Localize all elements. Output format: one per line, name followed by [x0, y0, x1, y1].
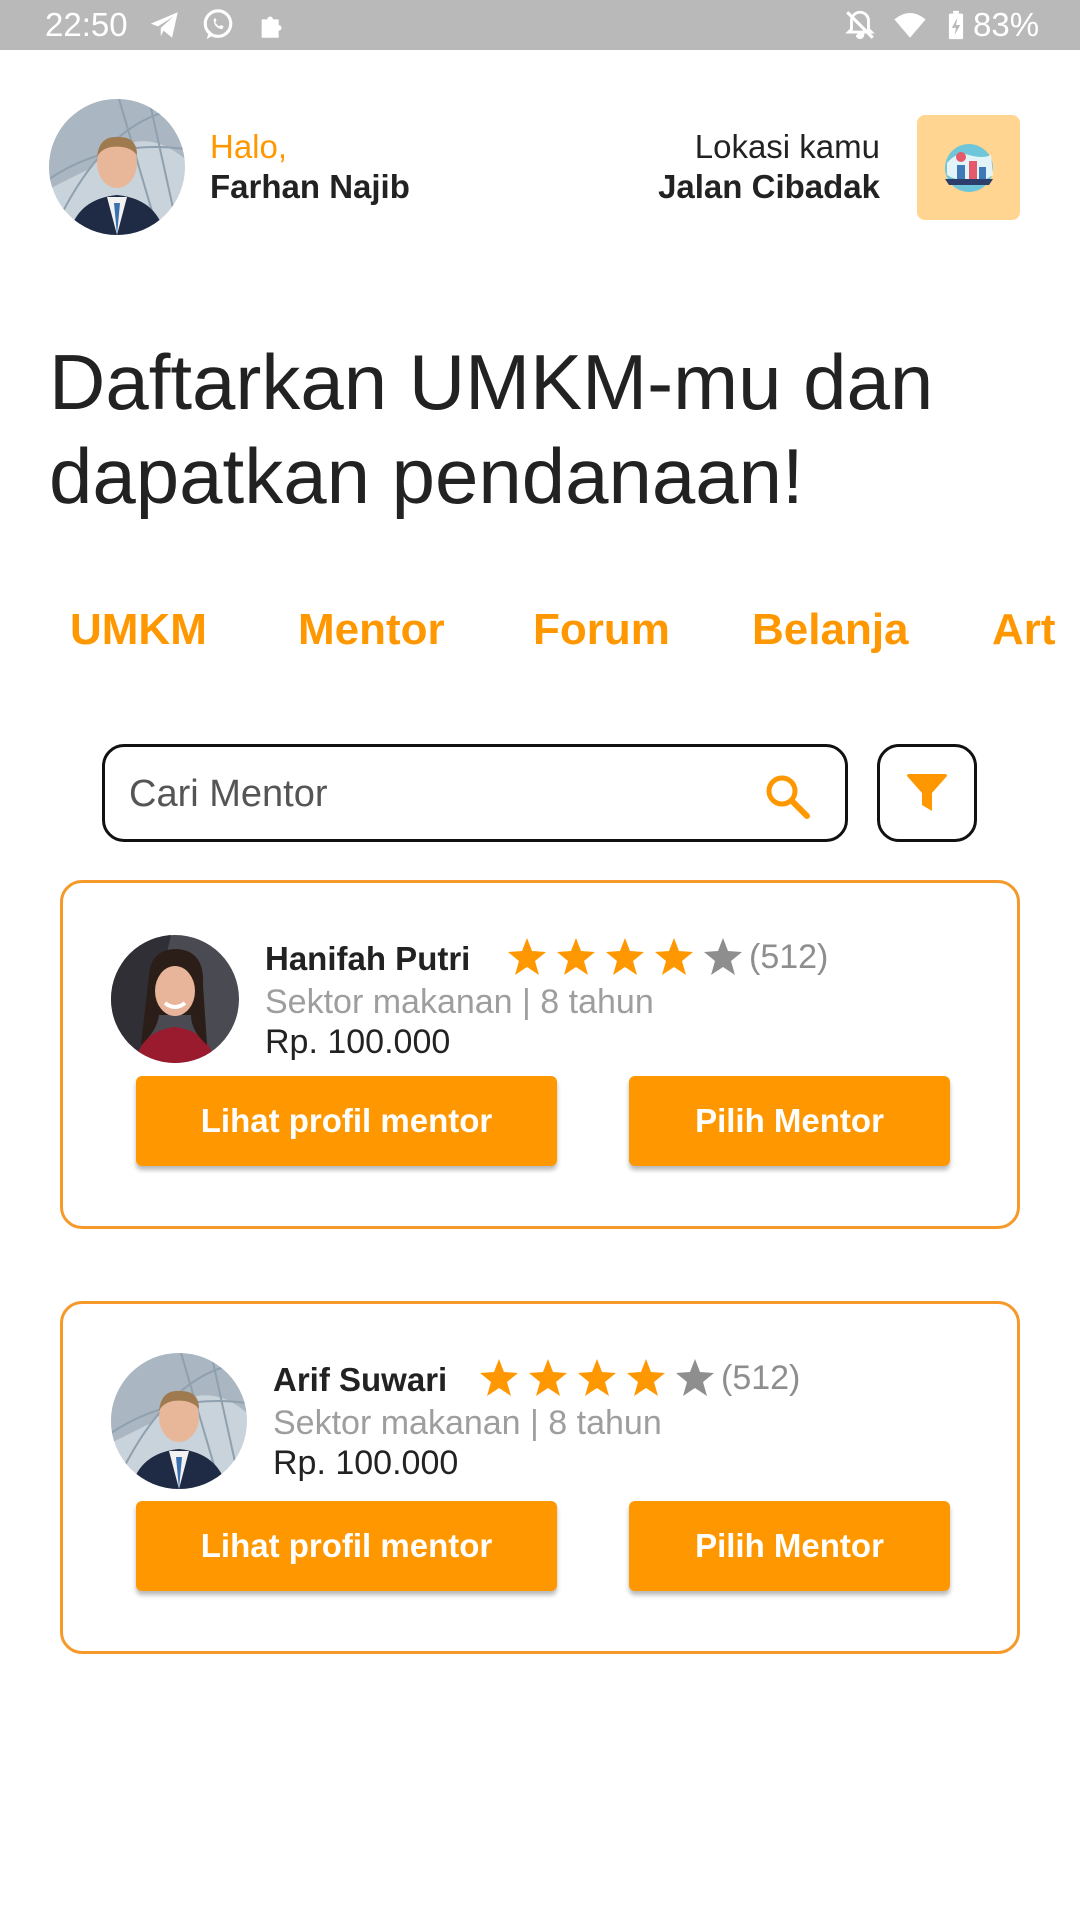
user-name: Farhan Najib	[210, 168, 410, 205]
page-headline: Daftarkan UMKM-mu dan dapatkan pendanaan…	[49, 338, 934, 520]
star-icon	[508, 938, 546, 975]
filter-button[interactable]	[877, 744, 977, 842]
review-count: (512)	[721, 1359, 801, 1397]
select-mentor-button[interactable]: Pilih Mentor	[629, 1501, 950, 1591]
tab-art[interactable]: Art	[992, 605, 1056, 655]
location-value: Jalan Cibadak	[658, 168, 880, 205]
mentor-avatar[interactable]	[111, 1353, 247, 1489]
filter-icon	[907, 774, 947, 811]
puzzle-icon	[261, 16, 282, 38]
status-time: 22:50	[45, 6, 128, 43]
map-icon	[945, 144, 993, 192]
mentor-sector: Sektor makanan | 8 tahun	[265, 983, 654, 1021]
battery-percentage: 83%	[973, 6, 1040, 43]
view-profile-button[interactable]: Lihat profil mentor	[136, 1076, 557, 1166]
mentor-price: Rp. 100.000	[273, 1444, 459, 1482]
mentor-avatar[interactable]	[111, 935, 239, 1063]
wifi-icon	[894, 12, 926, 38]
user-avatar[interactable]	[49, 99, 185, 235]
tab-mentor[interactable]: Mentor	[298, 605, 445, 655]
mentor-sector: Sektor makanan | 8 tahun	[273, 1404, 662, 1442]
greeting-text: Halo,	[210, 128, 288, 165]
star-icon	[704, 938, 742, 975]
star-icon	[529, 1359, 567, 1396]
star-icon	[578, 1359, 616, 1396]
tab-forum[interactable]: Forum	[533, 605, 670, 655]
telegram-icon	[150, 12, 178, 38]
view-profile-button[interactable]: Lihat profil mentor	[136, 1501, 557, 1591]
review-count: (512)	[749, 938, 829, 976]
mentor-card: Arif Suwari (512) Sektor makanan | 8 tah…	[60, 1301, 1020, 1654]
star-icon	[627, 1359, 665, 1396]
battery-icon	[948, 10, 964, 40]
select-mentor-button[interactable]: Pilih Mentor	[629, 1076, 950, 1166]
tab-belanja[interactable]: Belanja	[752, 605, 909, 655]
star-icon	[655, 938, 693, 975]
tab-umkm[interactable]: UMKM	[70, 605, 207, 655]
mentor-price: Rp. 100.000	[265, 1023, 451, 1061]
search-input[interactable]	[127, 765, 731, 823]
star-icon	[557, 938, 595, 975]
star-icon	[480, 1359, 518, 1396]
mentor-name: Hanifah Putri	[265, 940, 471, 977]
star-icon	[606, 938, 644, 975]
search-box	[102, 744, 848, 842]
category-tabs: UMKM Mentor Forum Belanja Art	[0, 605, 1080, 665]
location-label: Lokasi kamu	[694, 128, 880, 165]
mentor-card: Hanifah Putri (512) Sektor makanan | 8 t…	[60, 880, 1020, 1229]
bell-off-icon	[845, 10, 875, 40]
star-icon	[676, 1359, 714, 1396]
whatsapp-icon	[203, 9, 233, 40]
rating-stars	[480, 1359, 714, 1396]
status-bar: 22:50 83%	[0, 0, 1080, 50]
search-icon[interactable]	[763, 772, 811, 820]
mentor-name: Arif Suwari	[273, 1361, 448, 1398]
rating-stars	[508, 938, 742, 975]
location-map-button[interactable]	[917, 115, 1020, 220]
